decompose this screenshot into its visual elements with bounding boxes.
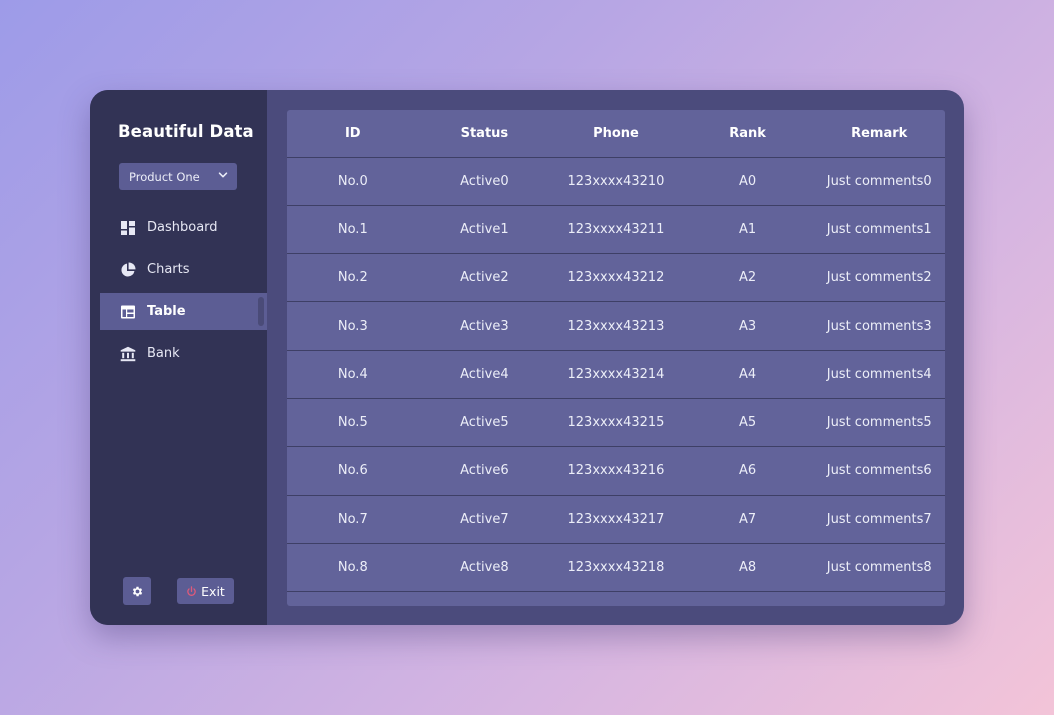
table-cell-id: No.5	[287, 398, 419, 448]
sidebar-item-label: Bank	[147, 346, 180, 361]
table-cell-status: Active2	[418, 253, 551, 303]
table-cell-rank: A8	[681, 543, 814, 593]
table-cell-remark: Just comments8	[813, 543, 945, 593]
product-select[interactable]: Product One	[119, 163, 237, 190]
table-cell-id: No.3	[287, 301, 419, 351]
table-row[interactable]: No.6 Active6 123xxxx43216 A6 Just comments6	[287, 446, 945, 496]
table-cell-phone: 123xxxx43217	[550, 495, 682, 544]
main-content: ID Status Phone Rank Remark No.0 Active0 123xx…	[267, 90, 964, 625]
data-table: ID Status Phone Rank Remark No.0 Active0 123xx…	[287, 110, 945, 593]
exit-button[interactable]: Exit	[177, 578, 234, 604]
sidebar-item-charts[interactable]: Charts	[100, 251, 267, 288]
table-cell-status: Active6	[418, 446, 551, 496]
table-cell-status: Active7	[418, 495, 551, 544]
table-row[interactable]: No.4 Active4 123xxxx43214 A4 Just comments4	[287, 350, 945, 399]
table-cell-id: No.8	[287, 543, 419, 593]
table-cell-id: No.4	[287, 350, 419, 399]
table-row[interactable]: No.3 Active3 123xxxx43213 A3 Just comments3	[287, 301, 945, 351]
exit-label: Exit	[201, 583, 225, 599]
product-select-value: Product One	[129, 169, 200, 184]
data-table-container[interactable]: ID Status Phone Rank Remark No.0 Active0 123xx…	[287, 110, 945, 606]
table-cell-rank: A5	[681, 398, 814, 448]
table-row[interactable]: No.1 Active1 123xxxx43211 A1 Just comments1	[287, 205, 945, 255]
table-cell-remark: Just comments3	[813, 301, 945, 351]
table-cell-remark: Just comments4	[813, 350, 945, 399]
sidebar-item-label: Charts	[147, 262, 190, 277]
sidebar-item-bank[interactable]: Bank	[100, 335, 267, 372]
table-row[interactable]: No.0 Active0 123xxxx43210 A0 Just comments0	[287, 157, 945, 206]
table-cell-id: No.0	[287, 157, 419, 206]
table-cell-phone: 123xxxx43216	[550, 446, 682, 496]
table-icon	[120, 304, 136, 320]
table-cell-status: Active8	[418, 543, 551, 593]
table-cell-status: Active0	[418, 157, 551, 206]
table-row[interactable]: No.7 Active7 123xxxx43217 A7 Just comments7	[287, 495, 945, 544]
table-row[interactable]: No.5 Active5 123xxxx43215 A5 Just comments5	[287, 398, 945, 448]
table-cell-phone: 123xxxx43212	[550, 253, 682, 303]
table-cell-phone: 123xxxx43218	[550, 543, 682, 593]
table-cell-status: Active1	[418, 205, 551, 255]
table-cell-remark: Just comments7	[813, 495, 945, 544]
sidebar-item-label: Dashboard	[147, 220, 218, 235]
table-cell-id: No.7	[287, 495, 419, 544]
column-header-rank: Rank	[681, 110, 814, 158]
sidebar: Beautiful Data Product One Dashboard Cha…	[90, 90, 267, 625]
sidebar-item-table[interactable]: Table	[100, 293, 267, 330]
table-cell-remark: Just comments2	[813, 253, 945, 303]
app-title: Beautiful Data	[118, 122, 254, 141]
table-cell-id: No.2	[287, 253, 419, 303]
table-cell-rank: A0	[681, 157, 814, 206]
dashboard-icon	[120, 220, 136, 236]
table-cell-id: No.6	[287, 446, 419, 496]
table-cell-remark: Just comments6	[813, 446, 945, 496]
table-cell-rank: A1	[681, 205, 814, 255]
table-row[interactable]: No.2 Active2 123xxxx43212 A2 Just comments2	[287, 253, 945, 303]
column-header-status: Status	[418, 110, 551, 158]
sidebar-item-label: Table	[147, 304, 186, 319]
table-cell-phone: 123xxxx43214	[550, 350, 682, 399]
table-cell-rank: A7	[681, 495, 814, 544]
table-cell-phone: 123xxxx43215	[550, 398, 682, 448]
power-icon	[187, 585, 196, 596]
column-header-id: ID	[287, 110, 419, 158]
pie-chart-icon	[120, 261, 136, 278]
table-cell-rank: A3	[681, 301, 814, 351]
table-header-row: ID Status Phone Rank Remark	[287, 110, 945, 158]
table-cell-rank: A6	[681, 446, 814, 496]
table-cell-remark: Just comments0	[813, 157, 945, 206]
table-cell-status: Active5	[418, 398, 551, 448]
table-cell-phone: 123xxxx43210	[550, 157, 682, 206]
table-cell-id: No.1	[287, 205, 419, 255]
scroll-indicator	[258, 297, 264, 326]
chevron-down-icon	[218, 172, 228, 178]
bank-icon	[120, 346, 136, 362]
table-row[interactable]: No.8 Active8 123xxxx43218 A8 Just comments8	[287, 543, 945, 593]
table-cell-remark: Just comments1	[813, 205, 945, 255]
column-header-phone: Phone	[550, 110, 682, 158]
sidebar-item-dashboard[interactable]: Dashboard	[100, 209, 267, 246]
app-window: Beautiful Data Product One Dashboard Cha…	[90, 90, 964, 625]
table-cell-phone: 123xxxx43213	[550, 301, 682, 351]
table-cell-rank: A4	[681, 350, 814, 399]
table-cell-phone: 123xxxx43211	[550, 205, 682, 255]
table-cell-remark: Just comments5	[813, 398, 945, 448]
sidebar-nav: Dashboard Charts Table Bank	[100, 209, 267, 377]
gear-icon	[132, 586, 142, 596]
column-header-remark: Remark	[813, 110, 945, 158]
settings-button[interactable]	[123, 577, 151, 605]
table-cell-rank: A2	[681, 253, 814, 303]
table-cell-status: Active4	[418, 350, 551, 399]
table-cell-status: Active3	[418, 301, 551, 351]
